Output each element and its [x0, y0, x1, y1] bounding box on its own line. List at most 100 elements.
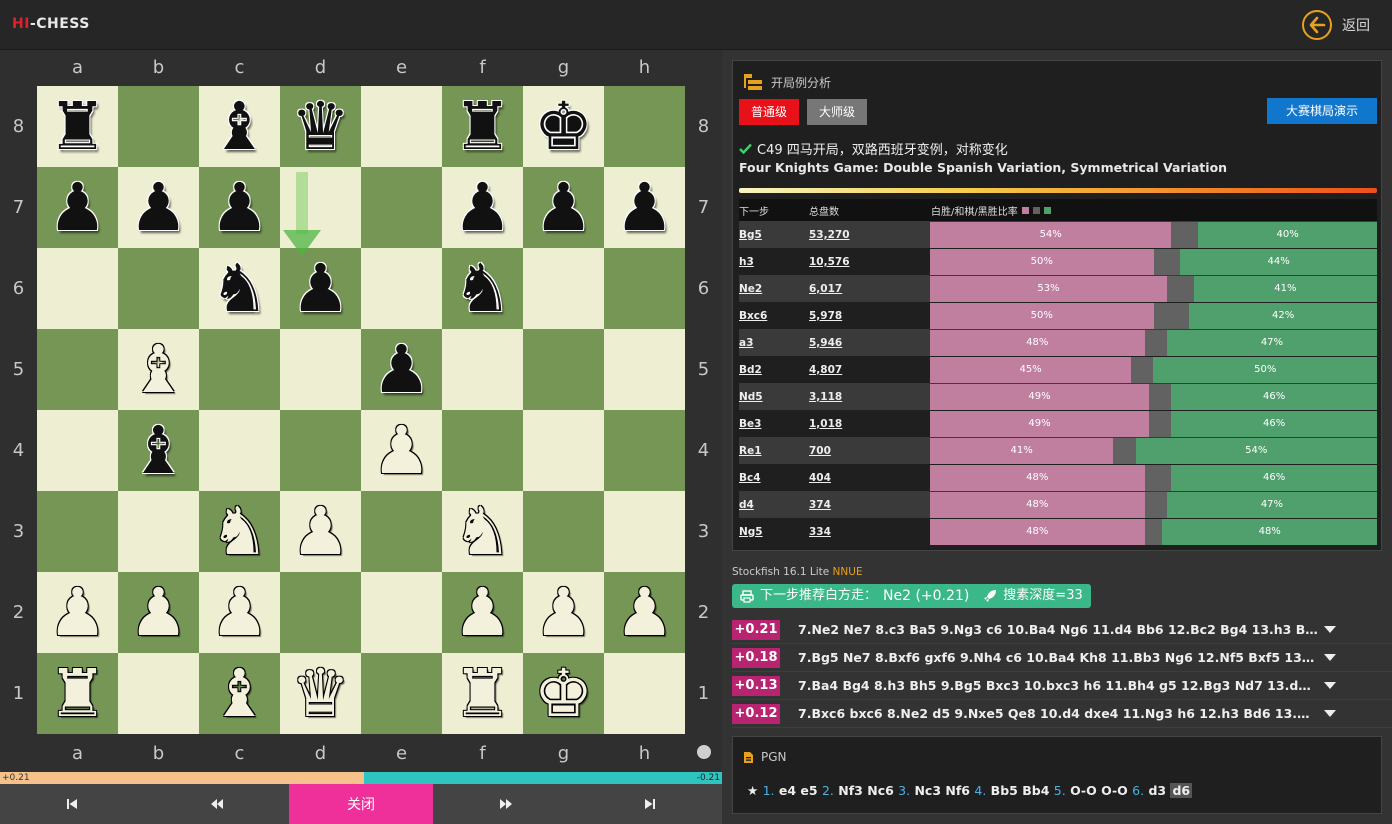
square-e6[interactable]	[361, 248, 442, 329]
square-f7[interactable]: ♟	[442, 167, 523, 248]
square-d7[interactable]	[280, 167, 361, 248]
black-bishop-icon[interactable]: ♝	[210, 93, 269, 160]
chevron-down-icon[interactable]	[1324, 710, 1336, 717]
pgn-move[interactable]: Nf6	[945, 783, 970, 798]
engine-line[interactable]: +0.12 7.Bxc6 bxc6 8.Ne2 d5 9.Nxe5 Qe8 10.…	[732, 700, 1392, 728]
black-queen-icon[interactable]: ♛	[291, 93, 350, 160]
square-a5[interactable]	[37, 329, 118, 410]
table-row[interactable]: Bg5 53,270 54% 40%	[739, 221, 1377, 248]
first-move-button[interactable]	[0, 784, 144, 824]
square-g8[interactable]: ♚	[523, 86, 604, 167]
square-c1[interactable]: ♝	[199, 653, 280, 734]
square-d6[interactable]: ♟	[280, 248, 361, 329]
black-pawn-icon[interactable]: ♟	[453, 174, 512, 241]
line-variation[interactable]: 7.Ne2 Ne7 8.c3 Ba5 9.Ng3 c6 10.Ba4 Ng6 1…	[798, 622, 1318, 637]
square-f8[interactable]: ♜	[442, 86, 523, 167]
square-d8[interactable]: ♛	[280, 86, 361, 167]
square-d2[interactable]	[280, 572, 361, 653]
pgn-move[interactable]: Nf3	[838, 783, 863, 798]
pgn-move[interactable]: O-O	[1101, 783, 1128, 798]
square-a8[interactable]: ♜	[37, 86, 118, 167]
pgn-move[interactable]: e4	[779, 783, 796, 798]
square-b4[interactable]: ♝	[118, 410, 199, 491]
table-row[interactable]: Re1 700 41% 54%	[739, 437, 1377, 464]
last-move-button[interactable]	[578, 784, 722, 824]
white-pawn-icon[interactable]: ♟	[210, 579, 269, 646]
black-rook-icon[interactable]: ♜	[453, 93, 512, 160]
square-d1[interactable]: ♛	[280, 653, 361, 734]
square-h8[interactable]	[604, 86, 685, 167]
chess-board[interactable]: ♜ ♝ ♛ ♜ ♚ ♟ ♟ ♟ ♟ ♟ ♟ ♞ ♟ ♞ ♝ ♟ ♝ ♟ ♞ ♟ ♞ ♟ ♟ ♟ ♟ ♟ ♟ ♜ ♝ ♛ ♜ ♚	[37, 86, 685, 734]
white-rook-icon[interactable]: ♜	[453, 660, 512, 727]
square-e4[interactable]: ♟	[361, 410, 442, 491]
square-c7[interactable]: ♟	[199, 167, 280, 248]
table-row[interactable]: h3 10,576 50% 44%	[739, 248, 1377, 275]
table-row[interactable]: Bc4 404 48% 46%	[739, 464, 1377, 491]
chevron-down-icon[interactable]	[1324, 654, 1336, 661]
next-move-button[interactable]	[433, 784, 578, 824]
square-f5[interactable]	[442, 329, 523, 410]
square-b8[interactable]	[118, 86, 199, 167]
white-pawn-icon[interactable]: ♟	[48, 579, 107, 646]
move-link[interactable]: Bd2	[739, 364, 809, 376]
table-row[interactable]: Ng5 334 48% 48%	[739, 518, 1377, 545]
square-h6[interactable]	[604, 248, 685, 329]
square-a7[interactable]: ♟	[37, 167, 118, 248]
square-d3[interactable]: ♟	[280, 491, 361, 572]
move-link[interactable]: Bg5	[739, 229, 809, 241]
pgn-move[interactable]: e5	[800, 783, 817, 798]
pgn-move[interactable]: Bb5	[991, 783, 1018, 798]
square-c4[interactable]	[199, 410, 280, 491]
chevron-down-icon[interactable]	[1324, 626, 1336, 633]
black-bishop-icon[interactable]: ♝	[129, 417, 188, 484]
square-g2[interactable]: ♟	[523, 572, 604, 653]
square-f1[interactable]: ♜	[442, 653, 523, 734]
line-variation[interactable]: 7.Ba4 Bg4 8.h3 Bh5 9.Bg5 Bxc3 10.bxc3 h6…	[798, 678, 1318, 693]
square-h4[interactable]	[604, 410, 685, 491]
square-f3[interactable]: ♞	[442, 491, 523, 572]
square-a2[interactable]: ♟	[37, 572, 118, 653]
square-c3[interactable]: ♞	[199, 491, 280, 572]
square-a1[interactable]: ♜	[37, 653, 118, 734]
move-link[interactable]: Bxc6	[739, 310, 809, 322]
black-pawn-icon[interactable]: ♟	[210, 174, 269, 241]
square-f6[interactable]: ♞	[442, 248, 523, 329]
square-g6[interactable]	[523, 248, 604, 329]
square-e3[interactable]	[361, 491, 442, 572]
move-link[interactable]: h3	[739, 256, 809, 268]
square-c6[interactable]: ♞	[199, 248, 280, 329]
square-a4[interactable]	[37, 410, 118, 491]
square-h2[interactable]: ♟	[604, 572, 685, 653]
square-h7[interactable]: ♟	[604, 167, 685, 248]
app-logo[interactable]: HI-CHESS	[12, 16, 90, 32]
table-row[interactable]: Be3 1,018 49% 46%	[739, 410, 1377, 437]
black-knight-icon[interactable]: ♞	[453, 255, 512, 322]
square-g3[interactable]	[523, 491, 604, 572]
square-e2[interactable]	[361, 572, 442, 653]
square-h5[interactable]	[604, 329, 685, 410]
tournament-demo-button[interactable]: 大赛棋局演示	[1267, 98, 1377, 124]
black-pawn-icon[interactable]: ♟	[129, 174, 188, 241]
square-a3[interactable]	[37, 491, 118, 572]
square-h1[interactable]	[604, 653, 685, 734]
square-g7[interactable]: ♟	[523, 167, 604, 248]
table-row[interactable]: Bd2 4,807 45% 50%	[739, 356, 1377, 383]
square-e7[interactable]	[361, 167, 442, 248]
white-bishop-icon[interactable]: ♝	[210, 660, 269, 727]
square-b3[interactable]	[118, 491, 199, 572]
move-link[interactable]: Ne2	[739, 283, 809, 295]
chevron-down-icon[interactable]	[1324, 682, 1336, 689]
black-knight-icon[interactable]: ♞	[210, 255, 269, 322]
square-g4[interactable]	[523, 410, 604, 491]
square-b1[interactable]	[118, 653, 199, 734]
pgn-current-move[interactable]: d6	[1170, 783, 1193, 798]
line-variation[interactable]: 7.Bxc6 bxc6 8.Ne2 d5 9.Nxe5 Qe8 10.d4 dx…	[798, 706, 1318, 721]
pgn-move[interactable]: O-O	[1070, 783, 1097, 798]
pgn-move[interactable]: d3	[1148, 783, 1166, 798]
black-pawn-icon[interactable]: ♟	[534, 174, 593, 241]
table-row[interactable]: Ne2 6,017 53% 41%	[739, 275, 1377, 302]
best-move-badge[interactable]: 下一步推荐白方走： Ne2 (+0.21) 搜素深度=33	[732, 584, 1091, 608]
move-link[interactable]: Re1	[739, 445, 809, 457]
white-pawn-icon[interactable]: ♟	[534, 579, 593, 646]
square-f2[interactable]: ♟	[442, 572, 523, 653]
